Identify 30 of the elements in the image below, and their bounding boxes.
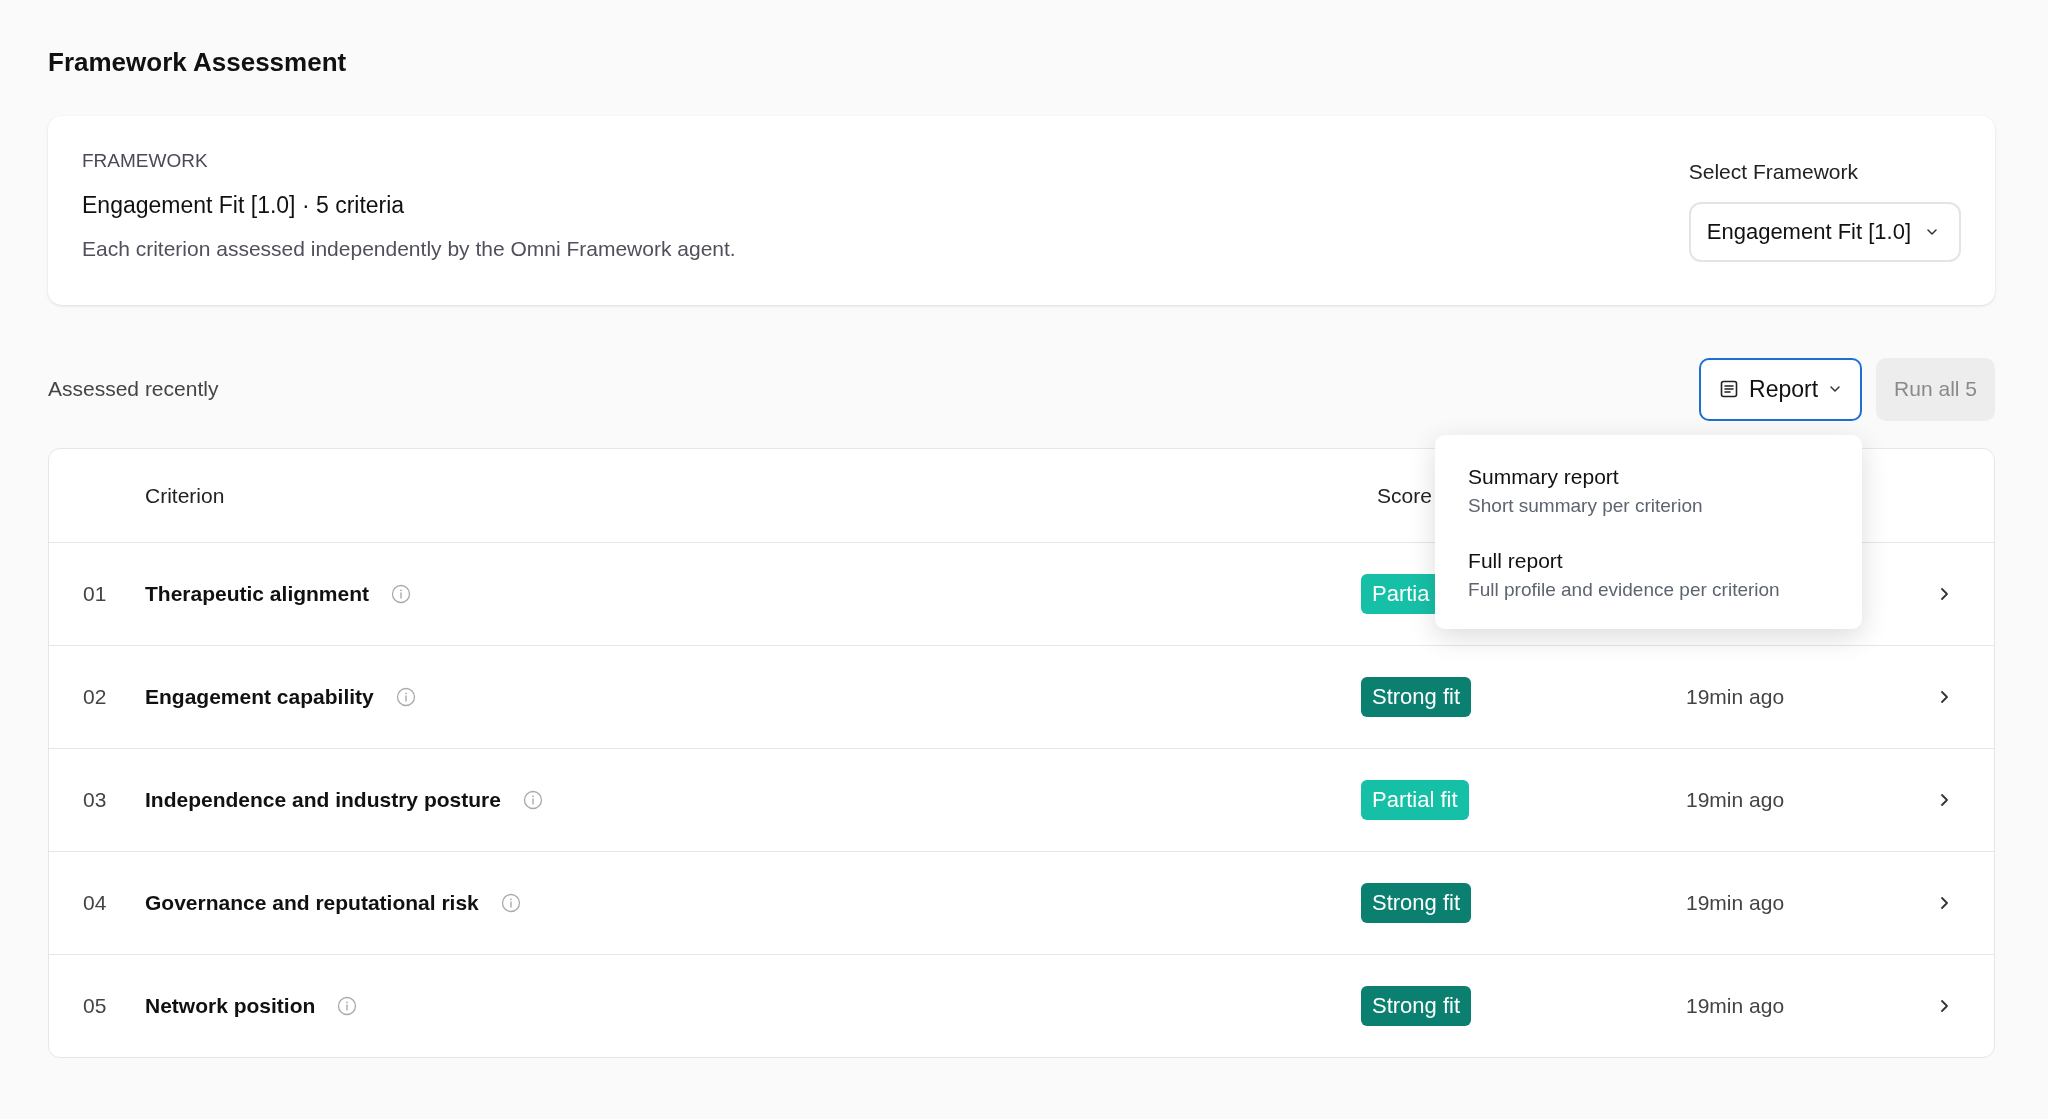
column-header: Criterion [145,483,226,508]
assessed-time: 19min ago [1686,994,1785,1017]
score-badge: Strong fit [1361,677,1472,717]
score-badge: Partial fit [1361,780,1469,820]
framework-select[interactable]: Engagement Fit [1.0] [1688,202,1961,262]
column-header: Score [1377,483,1432,507]
assessed-time: 19min ago [1686,891,1785,914]
row-number: 05 [82,994,108,1018]
framework-name: Engagement Fit [1.0] · 5 criteria [82,192,406,219]
row-number: 02 [82,685,108,709]
select-label: Select Framework [1688,160,1858,184]
score-badge: Strong fit [1361,883,1472,923]
criterion-name: Network position [145,994,316,1018]
assessed-time: 19min ago [1686,685,1785,708]
row-number: 01 [82,582,108,606]
page-title: Framework Assessment [48,46,348,79]
criterion-name: Therapeutic alignment [145,582,370,606]
assessment-status: Assessed recently [48,377,219,401]
row-number: 04 [82,891,108,915]
report-button[interactable]: Report [1699,357,1863,421]
framework-description: Each criterion assessed independently by the Omni Framework agent. [82,237,736,261]
criterion-name: Governance and reputational risk [145,891,479,915]
assessed-time: 19min ago [1686,788,1785,811]
row-number: 03 [82,788,108,812]
score-badge: Strong fit [1361,986,1472,1026]
section-label: FRAMEWORK [82,150,209,172]
criterion-name: Engagement capability [145,685,374,709]
document-icon [1719,379,1740,399]
criterion-name: Independence and industry posture [145,788,501,812]
menu-item[interactable]: Summary report Short summary per criterion [1435,448,1863,533]
